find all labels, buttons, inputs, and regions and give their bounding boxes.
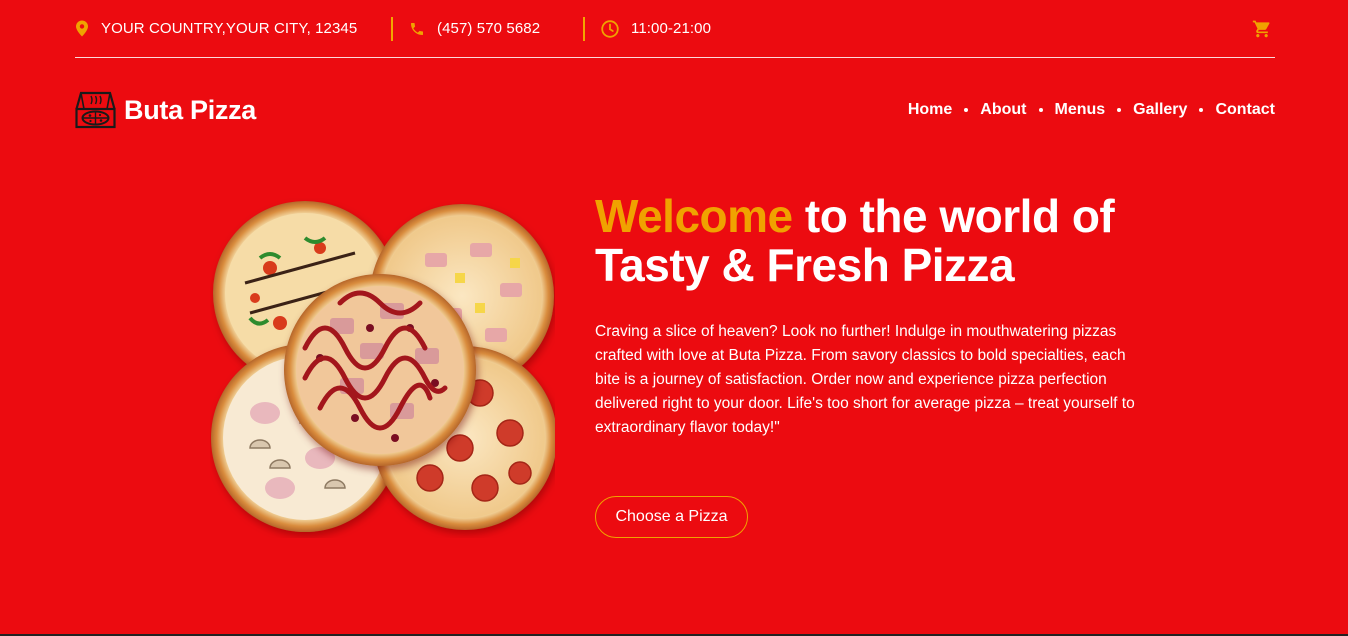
hero-title: Welcome to the world of Tasty & Fresh Pi… xyxy=(595,192,1155,290)
phone-item[interactable]: (457) 570 5682 xyxy=(409,17,567,41)
location-pin-icon xyxy=(76,20,88,37)
hero-description: Craving a slice of heaven? Look no furth… xyxy=(595,323,1135,436)
nav-separator-dot xyxy=(1199,108,1204,112)
hours-text: 11:00-21:00 xyxy=(631,20,712,37)
separator xyxy=(583,16,585,41)
nav-home[interactable]: Home xyxy=(908,101,952,119)
main-nav: Home About Menus Gallery Contact xyxy=(908,101,1275,119)
hours-item: 11:00-21:00 xyxy=(601,17,711,41)
pizza-box-icon xyxy=(75,91,116,129)
cart-button[interactable] xyxy=(1251,18,1273,40)
brand-logo[interactable]: Buta Pizza xyxy=(75,91,256,129)
address-text: YOUR COUNTRY,YOUR CITY, 12345 xyxy=(101,20,358,37)
separator xyxy=(391,16,393,41)
nav-menus[interactable]: Menus xyxy=(1055,101,1106,119)
nav-gallery[interactable]: Gallery xyxy=(1133,101,1187,119)
pizza-collage-image xyxy=(210,198,557,538)
phone-text: (457) 570 5682 xyxy=(437,20,541,37)
top-info-bar: YOUR COUNTRY,YOUR CITY, 12345 (457) 570 … xyxy=(75,0,1275,58)
nav-contact[interactable]: Contact xyxy=(1215,101,1275,119)
hero-title-accent: Welcome xyxy=(595,190,793,242)
cart-icon xyxy=(1252,20,1270,37)
nav-separator-dot xyxy=(964,108,969,112)
pizza-illustration xyxy=(211,201,557,532)
clock-icon xyxy=(601,19,619,38)
choose-pizza-button[interactable]: Choose a Pizza xyxy=(595,496,748,538)
phone-icon xyxy=(411,22,423,35)
address-item: YOUR COUNTRY,YOUR CITY, 12345 xyxy=(75,17,375,41)
nav-about[interactable]: About xyxy=(980,101,1026,119)
nav-separator-dot xyxy=(1038,108,1043,112)
brand-name: Buta Pizza xyxy=(124,94,257,125)
main-header: Buta Pizza Home About Menus Gallery Cont… xyxy=(75,88,1275,132)
nav-separator-dot xyxy=(1117,108,1122,112)
